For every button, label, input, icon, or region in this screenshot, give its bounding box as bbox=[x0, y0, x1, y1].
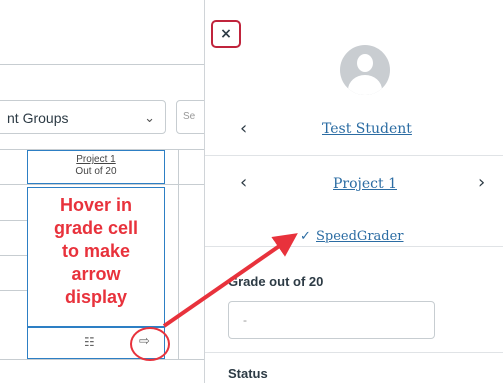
annotation-text: Hover in grade cell to make arrow displa… bbox=[27, 187, 165, 327]
avatar-head bbox=[357, 54, 373, 72]
highlight-circle bbox=[130, 327, 170, 361]
student-group-filter-select[interactable]: nt Groups ⌄ bbox=[0, 100, 166, 134]
annotation-line: to make bbox=[61, 241, 131, 261]
status-label: Status bbox=[228, 366, 268, 381]
grid-line bbox=[0, 255, 27, 256]
assignment-name-link[interactable]: Project 1 bbox=[333, 176, 397, 192]
annotation-line: display bbox=[64, 287, 128, 307]
annotation-line: grade cell bbox=[53, 218, 139, 238]
speedgrader-icon: ✓ bbox=[300, 229, 311, 244]
gradebook-panel: nt Groups ⌄ Se Project 1 Out of 20 Hover… bbox=[0, 0, 216, 383]
chevron-down-icon: ⌄ bbox=[144, 110, 155, 125]
avatar bbox=[340, 45, 390, 95]
speedgrader-link[interactable]: SpeedGrader bbox=[316, 229, 404, 244]
grid-line bbox=[178, 150, 179, 359]
grade-label: Grade out of 20 bbox=[228, 274, 324, 289]
assignment-column-name[interactable]: Project 1 bbox=[28, 154, 164, 166]
annotation-line: arrow bbox=[71, 264, 121, 284]
grid-line bbox=[0, 359, 210, 360]
assignment-column-header[interactable]: Project 1 Out of 20 bbox=[27, 150, 165, 184]
assignment-column-points: Out of 20 bbox=[75, 166, 117, 177]
grid-line bbox=[0, 220, 27, 221]
notes-icon[interactable]: ☷ bbox=[84, 335, 95, 349]
grade-input[interactable] bbox=[228, 301, 435, 339]
separator bbox=[205, 352, 503, 353]
separator bbox=[205, 246, 503, 247]
close-tray-button[interactable]: × bbox=[211, 20, 241, 48]
next-assignment-icon[interactable]: › bbox=[478, 172, 485, 193]
previous-student-icon[interactable]: ‹ bbox=[240, 118, 247, 139]
avatar-body bbox=[348, 75, 382, 95]
previous-assignment-icon[interactable]: ‹ bbox=[240, 172, 247, 193]
annotation-line: Hover in bbox=[59, 195, 133, 215]
separator bbox=[205, 155, 503, 156]
grid-line bbox=[0, 290, 27, 291]
student-name-link[interactable]: Test Student bbox=[322, 121, 412, 137]
gradebook-top-bar bbox=[0, 0, 210, 65]
filter-select-value: nt Groups bbox=[7, 110, 69, 126]
